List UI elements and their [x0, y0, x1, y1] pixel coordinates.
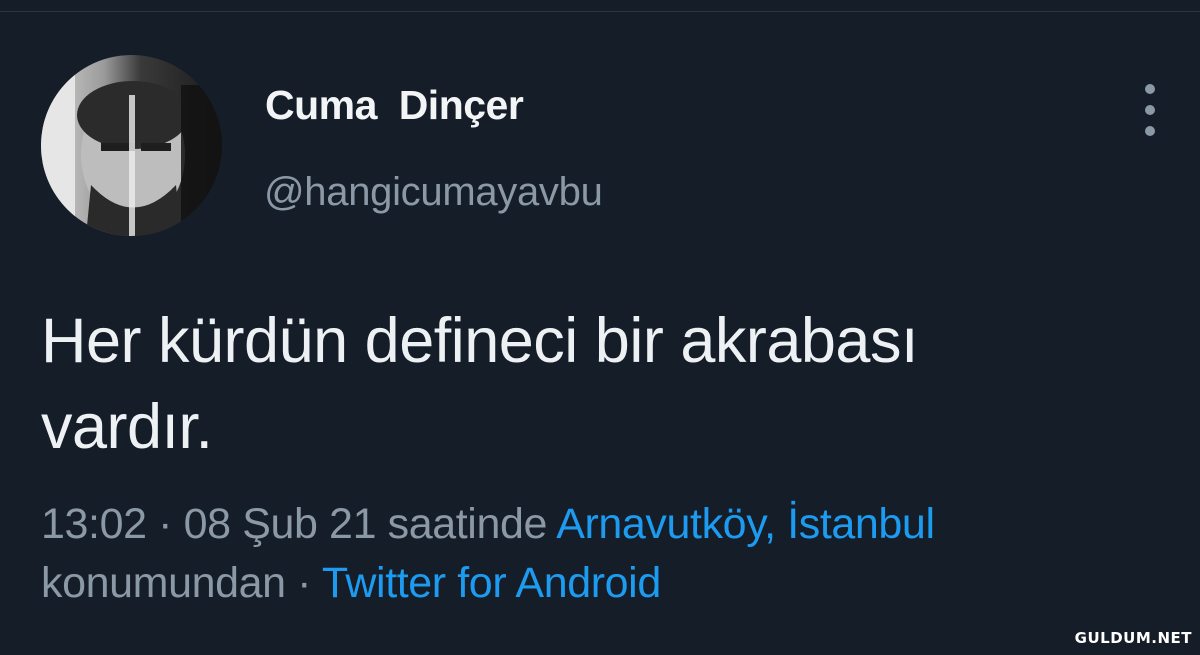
author-display-name[interactable]: Cuma Dinçer [265, 82, 524, 129]
tweet-metadata: 13:02 · 08 Şub 21 saatinde Arnavutköy, İ… [41, 495, 1171, 613]
tweet-text-line: vardır. [41, 392, 213, 462]
tweet-timestamp[interactable]: 13:02 · 08 Şub 21 saatinde [41, 500, 547, 548]
tweet-location-link[interactable]: Arnavutköy, İstanbul [556, 500, 935, 548]
tweet-screen: Cuma Dinçer @hangicumayavbu Her kürdün d… [0, 0, 1200, 655]
location-suffix: konumundan · [41, 559, 312, 607]
watermark: GULDUM.NET [1074, 629, 1192, 647]
top-divider [0, 11, 1200, 12]
tweet-source-link[interactable]: Twitter for Android [322, 559, 661, 607]
more-vertical-icon [1145, 126, 1155, 136]
more-vertical-icon [1145, 105, 1155, 115]
tweet-text: Her kürdün defineci bir akrabası vardır. [41, 298, 1151, 470]
avatar[interactable] [41, 55, 222, 236]
more-vertical-icon [1145, 84, 1155, 94]
tweet-text-line: Her kürdün defineci bir akrabası [41, 306, 918, 376]
author-username[interactable]: @hangicumayavbu [264, 170, 603, 215]
avatar-photo [41, 55, 222, 236]
more-options-button[interactable] [1132, 84, 1168, 136]
